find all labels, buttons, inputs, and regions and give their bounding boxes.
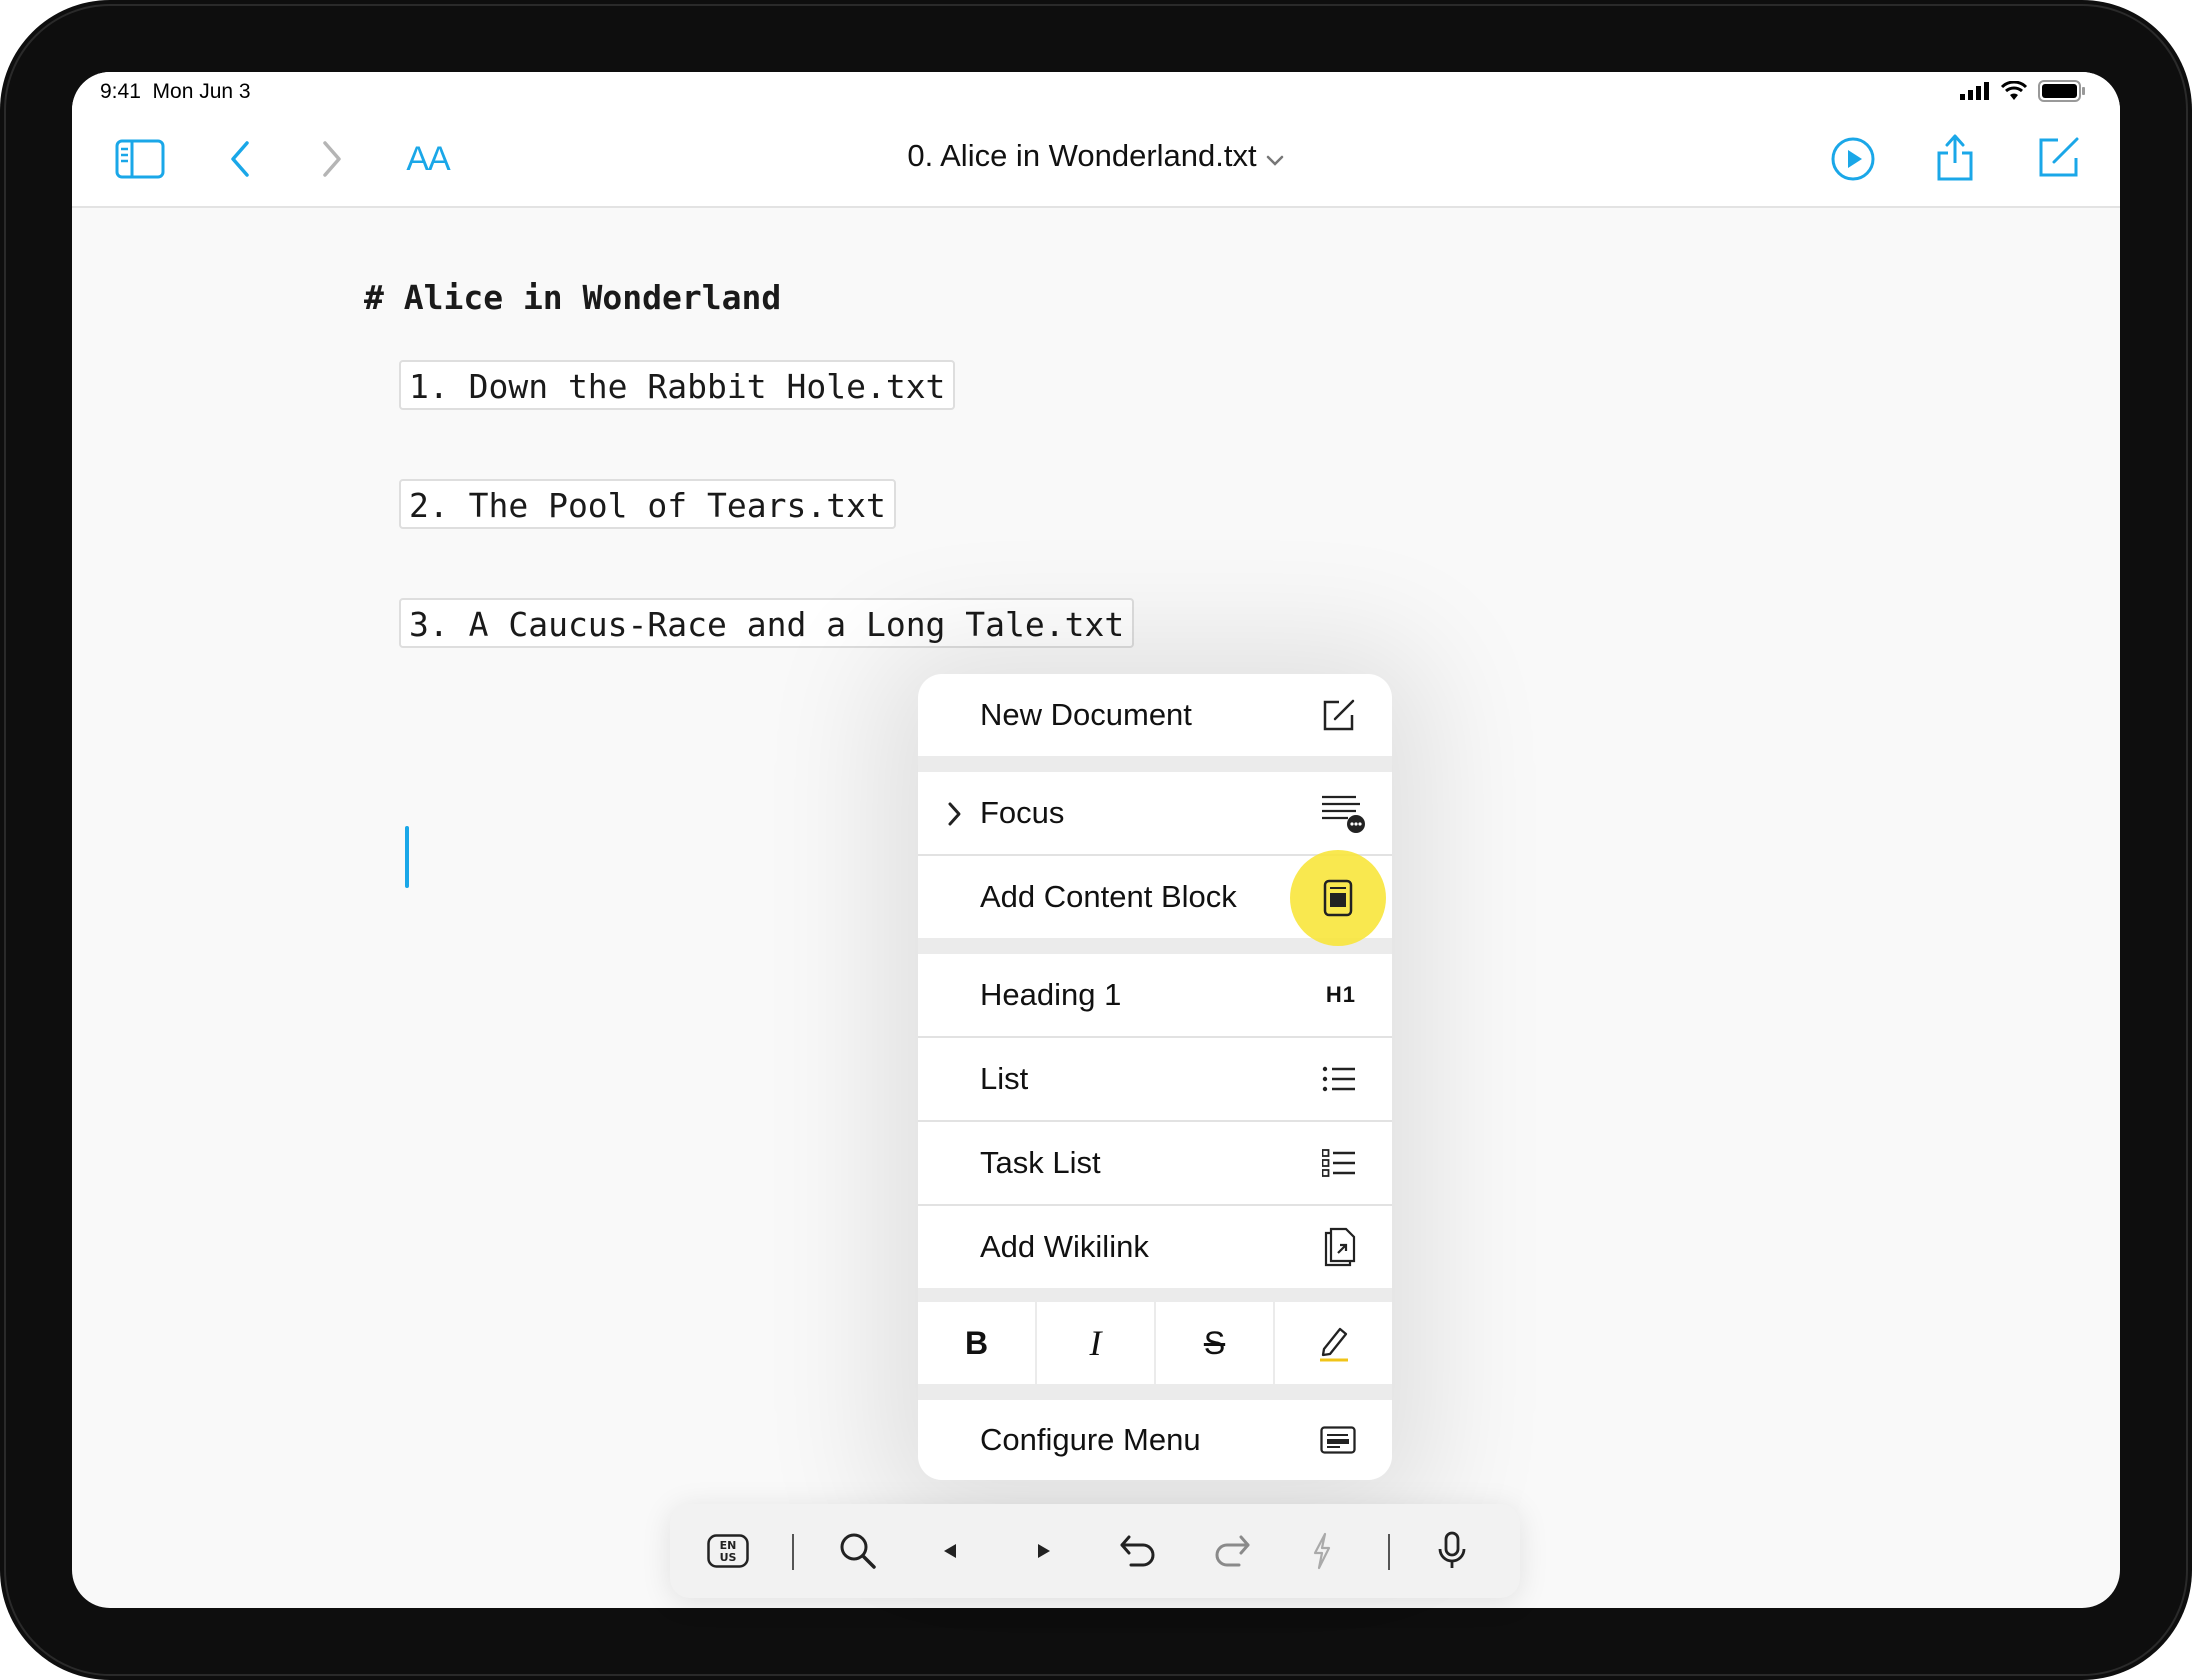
chevron-down-icon: [1266, 155, 1283, 166]
content-block-icon: [1323, 879, 1353, 917]
lightning-icon: [1313, 1532, 1331, 1570]
menu-item-focus[interactable]: Focus: [918, 772, 1392, 854]
highlight-button[interactable]: [1275, 1302, 1392, 1384]
compose-icon: [1323, 699, 1355, 731]
menu-item-configure-menu[interactable]: Configure Menu: [918, 1400, 1392, 1480]
content-block-icon-wrap[interactable]: [1323, 879, 1353, 922]
status-bar: 9:41 Mon Jun 3: [72, 72, 2120, 114]
search-icon: [840, 1533, 876, 1569]
share-button[interactable]: [1930, 128, 1980, 186]
status-icons: [1960, 80, 2086, 102]
triangle-left-icon: [944, 1544, 956, 1558]
battery-icon: [2038, 80, 2085, 102]
shortcuts-button[interactable]: [1300, 1504, 1344, 1598]
content-block-2[interactable]: 2. The Pool of Tears.txt: [399, 479, 896, 529]
configure-icon: [1320, 1426, 1356, 1454]
undo-icon: [1120, 1535, 1155, 1567]
list-icon: [1322, 1066, 1355, 1092]
cellular-icon: [1960, 82, 1989, 100]
dictation-button[interactable]: [1424, 1504, 1480, 1598]
italic-button[interactable]: I: [1037, 1302, 1154, 1384]
keyboard-accessory-bar: EN US: [670, 1504, 1520, 1598]
search-button[interactable]: [830, 1504, 886, 1598]
triangle-right-icon: [1038, 1544, 1050, 1558]
wifi-icon: [2000, 81, 2028, 100]
context-menu: New Document Focus Add Content Block Hea…: [918, 674, 1392, 1480]
language-button[interactable]: EN US: [700, 1504, 756, 1598]
chevron-right-icon: [948, 802, 961, 826]
svg-text:US: US: [720, 1551, 737, 1564]
task-list-icon: [1322, 1149, 1355, 1177]
status-time: 9:41 Mon Jun 3: [100, 80, 251, 103]
redo-button[interactable]: [1204, 1504, 1260, 1598]
compose-button[interactable]: [2034, 132, 2084, 182]
play-circle-icon: [1831, 137, 1875, 181]
focus-icon: [1322, 795, 1365, 833]
share-icon: [1937, 134, 1973, 181]
language-icon: ENUS: [707, 1534, 749, 1568]
microphone-icon: [1438, 1531, 1466, 1568]
marker-icon: [1319, 1327, 1348, 1362]
cursor-left-button[interactable]: [928, 1504, 972, 1598]
ipad-frame: 9:41 Mon Jun 3 AA 0. Alice in Wonderland…: [0, 0, 2192, 1680]
content-block-3[interactable]: 3. A Caucus-Race and a Long Tale.txt: [399, 598, 1135, 648]
preview-button[interactable]: [1828, 134, 1878, 184]
document-heading: # Alice in Wonderland: [364, 278, 782, 317]
content-block-1[interactable]: 1. Down the Rabbit Hole.txt: [399, 360, 956, 410]
compose-icon: [2039, 137, 2079, 177]
heading-1-icon: H1: [1325, 982, 1356, 1007]
bold-button[interactable]: B: [918, 1302, 1035, 1384]
menu-item-heading-1[interactable]: Heading 1 H1: [918, 954, 1392, 1036]
navigation-bar: AA 0. Alice in Wonderland.txt: [72, 114, 2120, 208]
document-title[interactable]: 0. Alice in Wonderland.txt: [72, 138, 2120, 176]
redo-icon: [1215, 1535, 1250, 1567]
menu-item-task-list[interactable]: Task List: [918, 1122, 1392, 1204]
cursor-right-button[interactable]: [1022, 1504, 1066, 1598]
wikilink-icon: [1324, 1227, 1356, 1267]
menu-item-list[interactable]: List: [918, 1038, 1392, 1120]
menu-item-new-document[interactable]: New Document: [918, 674, 1392, 756]
strikethrough-button[interactable]: S: [1156, 1302, 1273, 1384]
text-cursor: [405, 826, 409, 888]
undo-button[interactable]: [1110, 1504, 1166, 1598]
menu-item-add-wikilink[interactable]: Add Wikilink: [918, 1206, 1392, 1288]
